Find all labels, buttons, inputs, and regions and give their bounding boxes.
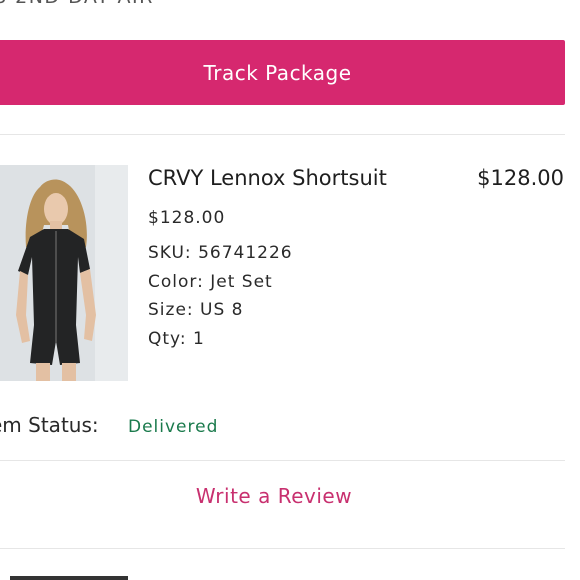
product-sku: SKU: 56741226	[148, 243, 293, 263]
track-package-button[interactable]: Track Package	[0, 40, 565, 105]
color-value: Jet Set	[210, 272, 273, 292]
size-label: Size:	[148, 300, 194, 320]
divider	[0, 460, 565, 461]
product-size: Size: US 8	[148, 300, 244, 320]
product-name[interactable]: CRVY Lennox Shortsuit	[148, 166, 387, 190]
write-review-link[interactable]: Write a Review	[0, 484, 548, 508]
next-item-image	[10, 576, 128, 580]
model-photo	[0, 165, 128, 381]
qty-value: 1	[193, 329, 205, 349]
divider	[0, 134, 565, 135]
item-status-label: em Status:	[0, 413, 99, 437]
sku-label: SKU:	[148, 243, 192, 263]
product-color: Color: Jet Set	[148, 272, 273, 292]
product-total: $128.00	[477, 166, 564, 190]
qty-label: Qty:	[148, 329, 187, 349]
shipping-method: S 2ND DAY AIR	[0, 0, 154, 8]
divider	[0, 548, 565, 549]
item-status-badge: Delivered	[128, 417, 219, 437]
color-label: Color:	[148, 272, 204, 292]
product-price: $128.00	[148, 208, 226, 228]
size-value: US 8	[200, 300, 244, 320]
product-image[interactable]	[0, 165, 128, 381]
product-qty: Qty: 1	[148, 329, 205, 349]
sku-value: 56741226	[198, 243, 293, 263]
